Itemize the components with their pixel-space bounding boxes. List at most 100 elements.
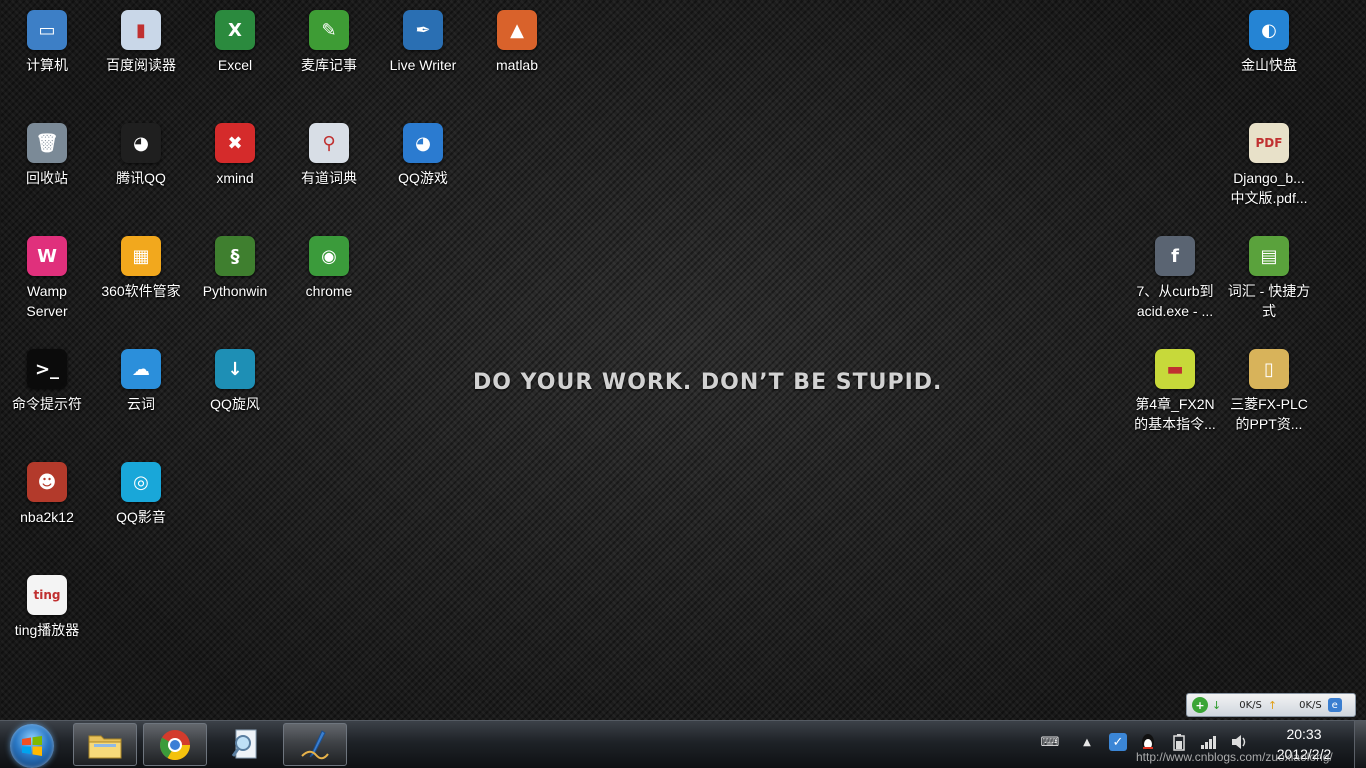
desktop-icon-label-line: Excel [217, 57, 253, 73]
desktop-icon-label-line: xmind [216, 170, 254, 186]
desktop-icon-label: xmind [216, 168, 253, 188]
desktop-icon-label-line: QQ旋风 [210, 396, 260, 412]
desktop-icon-label-line: 百度阅读器 [106, 57, 176, 73]
battery-power-icon[interactable] [1170, 733, 1188, 751]
computer-icon: ▭ [27, 10, 67, 50]
desktop-icon-label-line: Pythonwin [202, 283, 268, 299]
desktop-icon-qq-xuanfeng[interactable]: ↓ QQ旋风 [190, 343, 280, 414]
show-hidden-icons-chevron-icon[interactable]: ▲ [1078, 733, 1096, 751]
desktop-icon-label-line: nba2k12 [20, 509, 74, 525]
mitsubishi-plc-ppt-icon: ▯ [1249, 349, 1289, 389]
desktop-icon-label-line: QQ游戏 [398, 170, 448, 186]
desktop-icon-baidu-reader[interactable]: ▮ 百度阅读器 [96, 4, 186, 75]
upload-arrow-icon: ↑ [1267, 698, 1278, 712]
desktop-icon-mitsubishi-plc-ppt[interactable]: ▯ 三菱FX-PLC 的PPT资... [1224, 343, 1314, 434]
desktop-icon-label: Excel [218, 55, 252, 75]
desktop-icon-recycle-bin[interactable]: 🗑 回收站 [2, 117, 92, 188]
folder-icon [88, 735, 122, 758]
watermark-url: http://www.cnblogs.com/zuoxiaolong/ [1136, 750, 1333, 764]
desktop-icon-label-line: 金山快盘 [1241, 57, 1297, 73]
taskbar-explorer-button[interactable] [73, 723, 137, 766]
tray-check-icon[interactable]: ✓ [1109, 733, 1127, 751]
desktop-icon-youdao-dict[interactable]: ⚲ 有道词典 [284, 117, 374, 188]
desktop-icon-label-line: 回收站 [26, 170, 68, 186]
desktop-icon-label: QQ影音 [116, 507, 166, 527]
desktop-icon-label-line: 第4章_FX2N [1135, 396, 1215, 412]
taskbar-search-button[interactable] [213, 723, 277, 766]
desktop-icon-vocabulary-shortcut[interactable]: ▤ 词汇 - 快捷方式 [1224, 230, 1314, 321]
desktop: DO YOUR WORK. DON’T BE STUPID. ▭ 计算机 ▮ 百度阅读… [0, 0, 1366, 720]
desktop-icon-label: 360软件管家 [101, 281, 180, 301]
start-button[interactable] [10, 724, 54, 768]
yunci-icon: ☁ [121, 349, 161, 389]
desktop-icon-label: QQ游戏 [398, 168, 448, 188]
desktop-icon-django-pdf[interactable]: PDF Django_b... 中文版.pdf... [1224, 117, 1314, 208]
desktop-icon-curb-acid-exe[interactable]: f 7、从curb到 acid.exe - ... [1130, 230, 1220, 321]
desktop-icon-tencent-qq[interactable]: ◕ 腾讯QQ [96, 117, 186, 188]
desktop-icon-wamp-server[interactable]: W Wamp Server [2, 230, 92, 321]
network-speed-widget[interactable]: + ↓ 0K/S ↑ 0K/S e [1186, 693, 1356, 717]
desktop-icon-nba2k12[interactable]: ☻ nba2k12 [2, 456, 92, 527]
desktop-icon-label: 计算机 [26, 55, 68, 75]
desktop-icon-qq-player[interactable]: ◎ QQ影音 [96, 456, 186, 527]
desktop-icon-360-software-manager[interactable]: ▦ 360软件管家 [96, 230, 186, 301]
wamp-server-icon: W [27, 236, 67, 276]
keyboard-icon[interactable]: ⌨ [1041, 733, 1060, 751]
ie-icon[interactable]: e [1327, 698, 1342, 712]
desktop-icon-matlab[interactable]: ▲ matlab [472, 4, 562, 75]
tencent-qq-icon: ◕ [121, 123, 161, 163]
desktop-icon-label-line: 腾讯QQ [116, 170, 166, 186]
search-doc-icon [231, 729, 257, 758]
desktop-icon-computer[interactable]: ▭ 计算机 [2, 4, 92, 75]
desktop-icon-label-line: ting播放器 [14, 622, 80, 638]
desktop-icon-chrome[interactable]: ◉ chrome [284, 230, 374, 301]
desktop-icon-label: nba2k12 [20, 507, 74, 527]
desktop-icon-pythonwin[interactable]: § Pythonwin [190, 230, 280, 301]
desktop-icon-label-line: 的基本指令... [1134, 416, 1216, 432]
desktop-icon-xmind[interactable]: ✖ xmind [190, 117, 280, 188]
qq-xuanfeng-icon: ↓ [215, 349, 255, 389]
desktop-icon-label: QQ旋风 [210, 394, 260, 414]
recycle-bin-icon: 🗑 [27, 123, 67, 163]
desktop-icon-yunci[interactable]: ☁ 云词 [96, 343, 186, 414]
volume-icon[interactable] [1230, 733, 1248, 751]
upload-speed: 0K/S [1299, 699, 1322, 711]
desktop-icon-live-writer[interactable]: ✒ Live Writer [378, 4, 468, 75]
desktop-icon-qq-game[interactable]: ◕ QQ游戏 [378, 117, 468, 188]
desktop-icon-label-line: Live Writer [389, 57, 457, 73]
desktop-icon-label: 金山快盘 [1241, 55, 1297, 75]
taskbar-live-writer-button[interactable] [283, 723, 347, 766]
desktop-icon-label-line: 词汇 - 快捷方 [1227, 283, 1311, 299]
live-writer-icon: ✒ [403, 10, 443, 50]
desktop-icon-label: 回收站 [26, 168, 68, 188]
desktop-icon-kuaipan[interactable]: ◐ 金山快盘 [1224, 4, 1314, 75]
desktop-icon-label-line: 云词 [127, 396, 155, 412]
taskbar-chrome-button[interactable] [143, 723, 207, 766]
desktop-icon-label-line: 中文版.pdf... [1230, 190, 1308, 206]
desktop-icon-label-line: 三菱FX-PLC [1230, 396, 1308, 412]
desktop-icon-command-prompt[interactable]: >_ 命令提示符 [2, 343, 92, 414]
django-pdf-icon: PDF [1249, 123, 1289, 163]
desktop-icon-label: chrome [306, 281, 353, 301]
desktop-icon-label-line: matlab [495, 57, 539, 73]
network-signal-icon[interactable] [1200, 733, 1218, 751]
desktop-icon-label: Wamp Server [26, 281, 67, 321]
desktop-icon-label-line: 命令提示符 [12, 396, 82, 412]
desktop-icon-label-line: QQ影音 [116, 509, 166, 525]
show-desktop-button[interactable] [1354, 721, 1366, 768]
desktop-icon-maiku-notes[interactable]: ✎ 麦库记事 [284, 4, 374, 75]
desktop-icon-label: 词汇 - 快捷方式 [1228, 281, 1310, 321]
vocabulary-shortcut-icon: ▤ [1249, 236, 1289, 276]
desktop-icon-fx2n-chapter4[interactable]: ▬ 第4章_FX2N 的基本指令... [1130, 343, 1220, 434]
kuaipan-icon: ◐ [1249, 10, 1289, 50]
clock-time: 20:33 [1286, 726, 1322, 742]
desktop-icon-excel[interactable]: X Excel [190, 4, 280, 75]
desktop-icon-ting-player[interactable]: ting ting播放器 [2, 569, 92, 640]
qq-game-icon: ◕ [403, 123, 443, 163]
desktop-icon-label: Django_b... 中文版.pdf... [1230, 168, 1307, 208]
tray-qq-penguin-icon[interactable] [1139, 733, 1157, 751]
360-software-manager-icon: ▦ [121, 236, 161, 276]
ting-player-icon: ting [27, 575, 67, 615]
desktop-icon-label: 麦库记事 [301, 55, 357, 75]
desktop-icon-label-line: acid.exe - ... [1136, 303, 1214, 319]
